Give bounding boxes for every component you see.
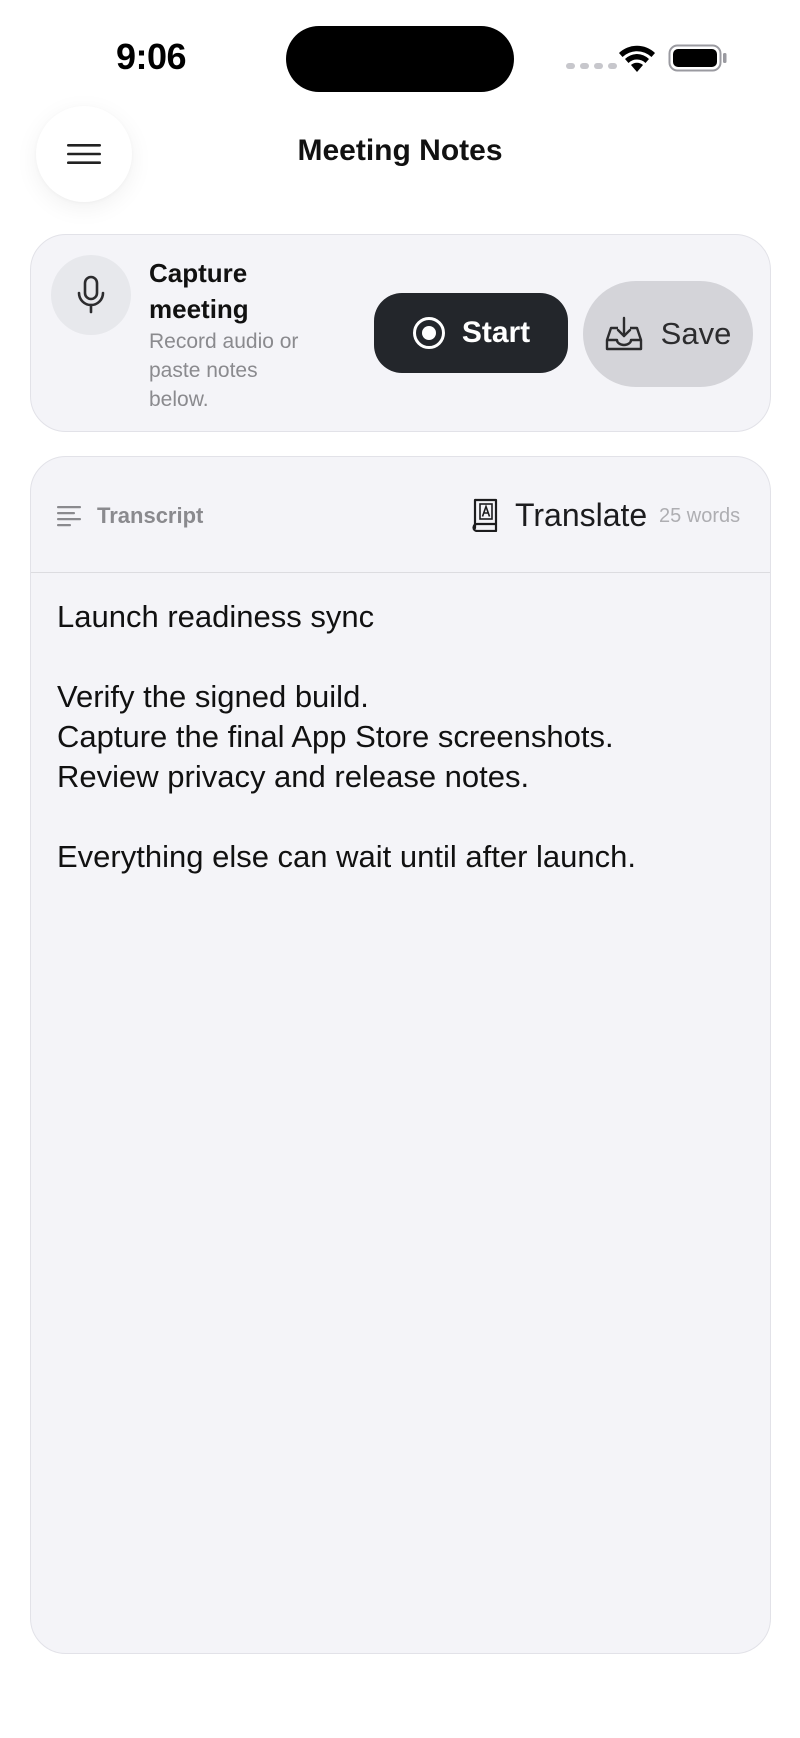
dynamic-island	[286, 26, 514, 92]
text-lines-icon	[57, 506, 81, 527]
capture-card: Capture meeting Record audio or paste no…	[30, 234, 771, 432]
save-button[interactable]: Save	[583, 281, 753, 387]
transcript-line: Review privacy and release notes.	[57, 759, 530, 794]
transcript-card: Transcript Translate 25 words Launch rea…	[30, 456, 771, 1654]
microphone-icon	[77, 275, 105, 314]
microphone-button[interactable]	[51, 255, 131, 335]
transcript-line: Verify the signed build.	[57, 679, 369, 714]
transcript-line	[57, 637, 747, 677]
start-button[interactable]: Start	[374, 293, 568, 373]
battery-icon	[668, 44, 727, 72]
page-title: Meeting Notes	[297, 134, 503, 167]
capture-subtitle: Record audio or paste notes below.	[149, 330, 299, 411]
save-label: Save	[660, 316, 732, 351]
transcript-line: Launch readiness sync	[57, 599, 375, 634]
transcript-line: Everything else can wait until after lau…	[57, 839, 636, 874]
status-time: 9:06	[116, 36, 187, 77]
transcript-line	[57, 797, 747, 837]
word-count: 25 words	[659, 505, 741, 527]
capture-title: Capture meeting	[149, 258, 249, 324]
translate-button[interactable]: Translate	[471, 495, 647, 535]
status-bar: 9:06	[0, 0, 800, 110]
start-label: Start	[461, 316, 531, 349]
translate-label: Translate	[515, 496, 648, 533]
transcript-line: Capture the final App Store screenshots.	[57, 719, 614, 754]
wifi-icon	[619, 45, 655, 72]
record-icon	[412, 317, 445, 349]
cellular-dots-icon	[566, 63, 617, 69]
book-translate-icon	[472, 498, 498, 532]
transcript-textarea[interactable]: Launch readiness sync Verify the signed …	[57, 597, 747, 877]
transcript-header: Transcript Translate 25 words	[31, 457, 770, 573]
transcript-label: Transcript	[97, 503, 204, 528]
inbox-download-icon	[605, 316, 642, 351]
